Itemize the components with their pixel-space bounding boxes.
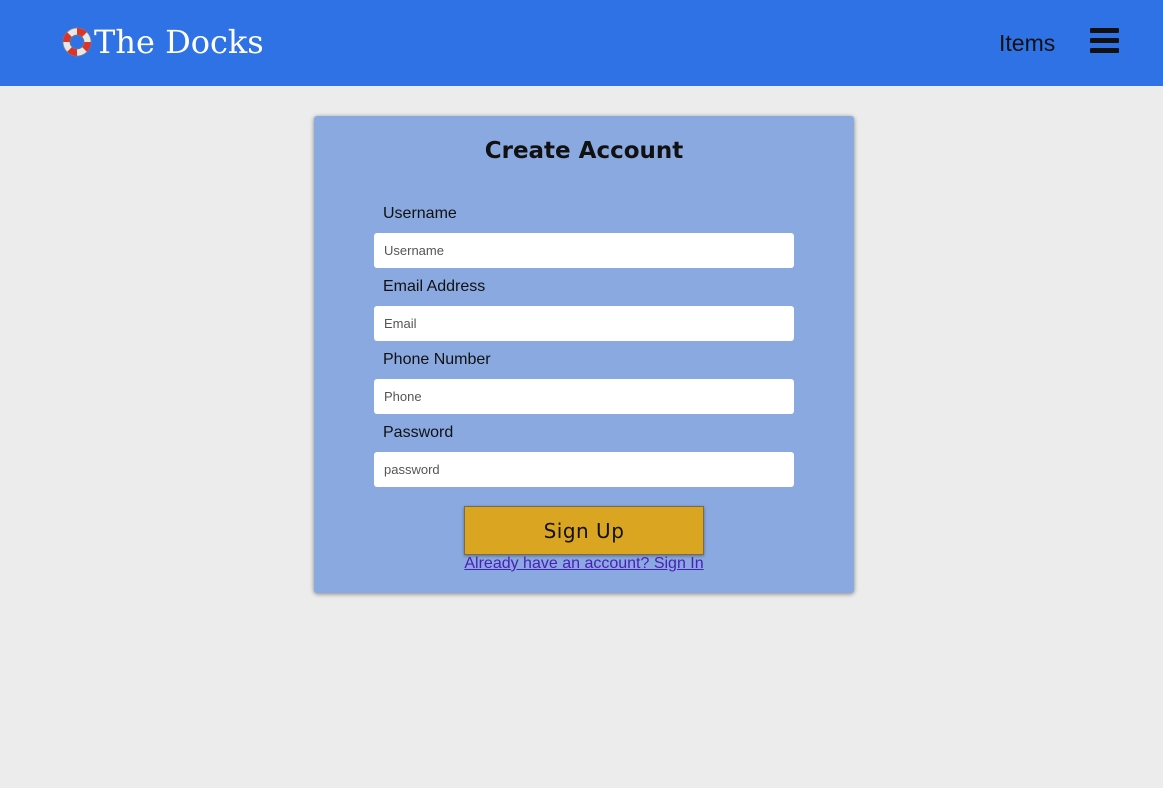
sign-in-link[interactable]: Already have an account? Sign In (314, 554, 854, 574)
phone-input[interactable] (374, 379, 794, 414)
form-title: Create Account (484, 138, 684, 164)
top-navbar: The Docks Items (0, 0, 1163, 86)
phone-label: Phone Number (383, 351, 491, 368)
nav-link-items[interactable]: Items (999, 28, 1055, 58)
email-input[interactable] (374, 306, 794, 341)
password-label: Password (383, 424, 454, 441)
brand-link[interactable]: The Docks (62, 20, 264, 64)
username-label: Username (383, 205, 457, 222)
sign-up-button[interactable]: Sign Up (464, 506, 704, 555)
menu-bar-bottom (1090, 48, 1119, 53)
menu-bar-middle (1090, 38, 1119, 43)
email-label: Email Address (383, 278, 486, 295)
username-input[interactable] (374, 233, 794, 268)
password-input[interactable] (374, 452, 794, 487)
lifebuoy-icon (62, 27, 92, 57)
create-account-card: Create Account Username Email Address Ph… (314, 116, 854, 593)
menu-bar-top (1090, 28, 1119, 33)
brand-title: The Docks (94, 23, 264, 61)
hamburger-menu-icon[interactable] (1090, 28, 1119, 54)
